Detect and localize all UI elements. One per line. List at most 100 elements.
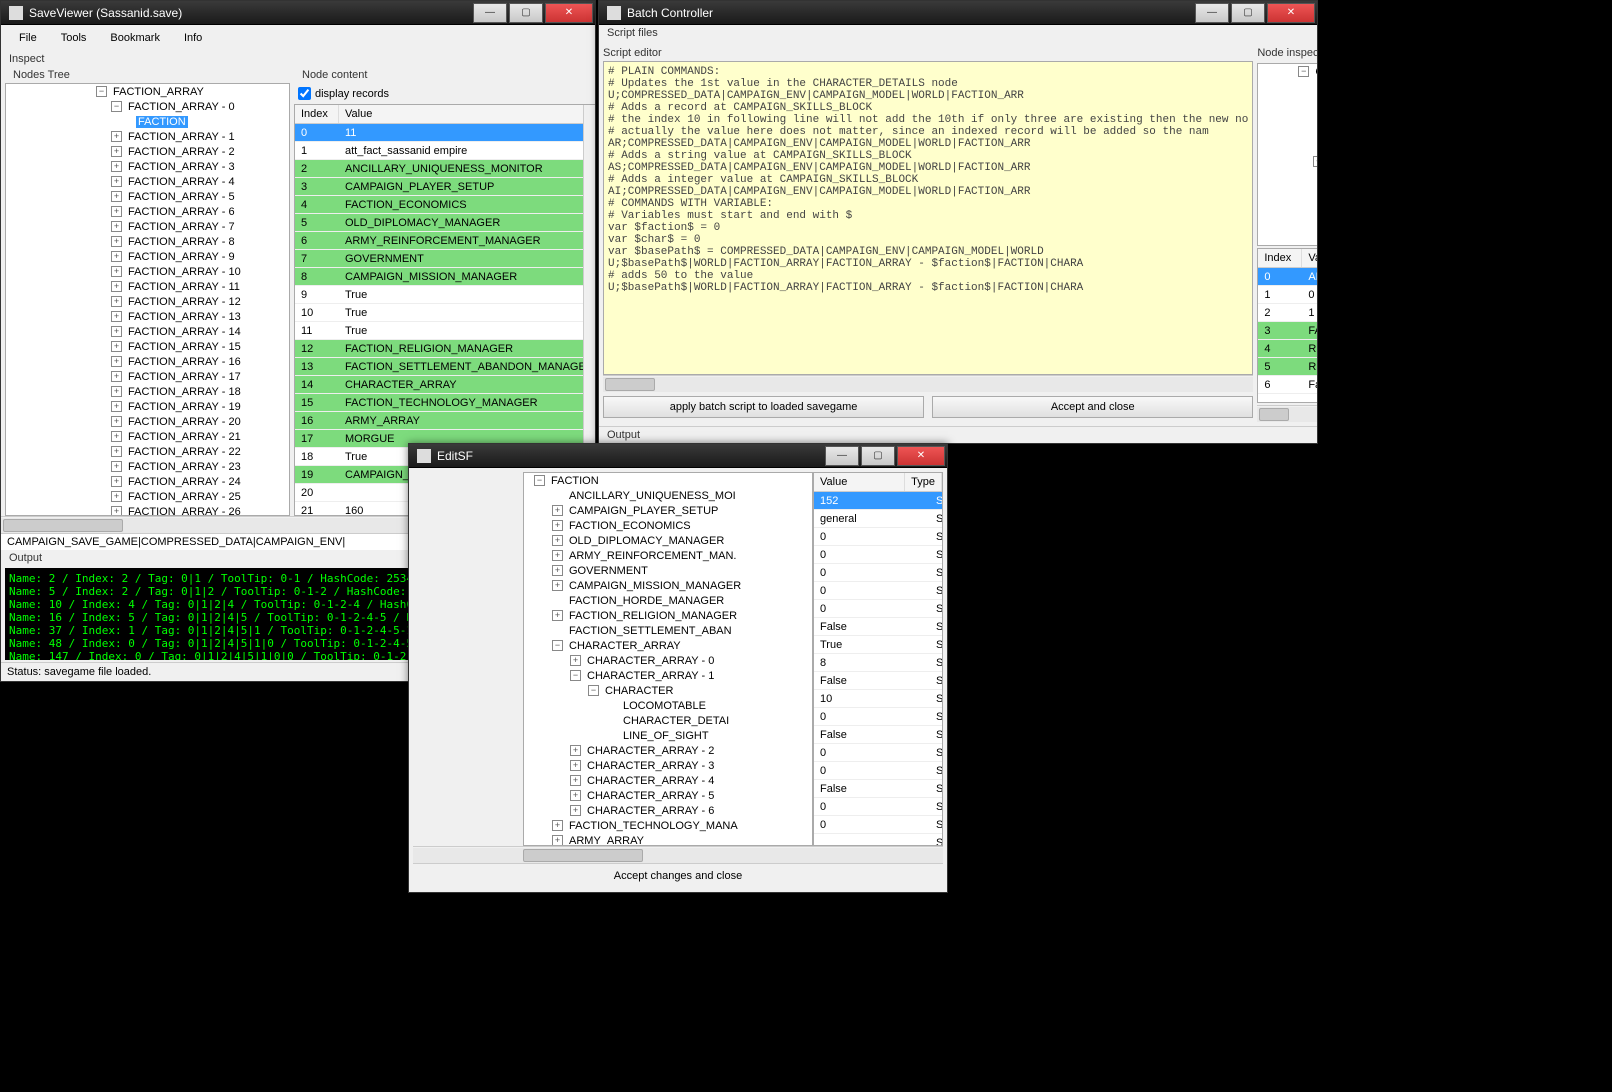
grid-row[interactable]: 3FACTION_ARRAY [1258,322,1317,340]
apply-script-button[interactable]: apply batch script to loaded savegame [603,396,924,418]
tree-toggle-icon[interactable]: + [111,506,122,516]
nodes-tree[interactable]: −FACTION_ARRAY−FACTION_ARRAY - 0FACTION+… [5,83,290,516]
grid-row[interactable]: 152System.UInt32 [814,492,942,510]
tree-node[interactable]: FACTION_ARRAY - 21 [126,431,243,443]
tree-toggle-icon[interactable]: + [111,206,122,217]
editsf-hscroll[interactable] [413,846,943,863]
inspector-hscroll[interactable] [1257,405,1317,422]
menu-info[interactable]: Info [174,29,212,47]
tree-toggle-icon[interactable]: + [111,176,122,187]
tree-toggle-icon[interactable]: + [111,311,122,322]
tree-node[interactable]: CHARACTER_ARRAY - 6 [585,805,716,817]
minimize-button[interactable]: — [825,446,859,466]
tree-toggle-icon[interactable]: + [111,221,122,232]
tree-node[interactable]: FACTION_ARRAY - 10 [126,266,243,278]
tree-node[interactable]: FACTION_RELIGION_MANAGER [567,610,739,622]
grid-row[interactable]: 11True [295,322,595,340]
tree-node[interactable]: FACTION_ECONOMICS [567,520,693,532]
maximize-button[interactable]: ▢ [509,3,543,23]
tree-toggle-icon[interactable]: + [111,341,122,352]
tree-toggle-icon[interactable]: + [111,146,122,157]
tree-node[interactable]: FACTION_ARRAY - 19 [126,401,243,413]
tree-toggle-icon[interactable]: + [111,266,122,277]
editsf-grid[interactable]: Value Type 152System.UInt32generalSystem… [813,472,943,846]
tree-node[interactable]: FACTION_ARRAY [111,86,206,98]
grid-row[interactable]: 10True [295,304,595,322]
grid-row[interactable]: 5REGION_MANAGER [1258,358,1317,376]
tree-node[interactable]: FACTION_ARRAY - 11 [126,281,242,293]
inspector-tree[interactable]: −CAMPAIGN_MODELCAMPAIGN_COMMAND_QUEUE_IN… [1257,63,1317,246]
tree-toggle-icon[interactable]: + [552,550,563,561]
grid-row[interactable]: 0System.UInt32 [814,708,942,726]
tree-node[interactable]: FACTION_ARRAY - 1 [126,131,237,143]
tree-node[interactable]: CAMPAIGN_MODEL [1313,66,1317,78]
tree-node[interactable]: CAMPAIGN_MISSION_MANAGER [567,580,743,592]
tree-node[interactable]: FACTION_ARRAY - 0 [126,101,237,113]
tree-node[interactable]: FACTION_ARRAY - 4 [126,176,237,188]
grid-row[interactable]: 6False [1258,376,1317,394]
tree-node[interactable]: OLD_DIPLOMACY_MANAGER [567,535,726,547]
grid-row[interactable]: 0ANCILLARY_UNIQUENESS_MONITOR [1258,268,1317,286]
minimize-button[interactable]: — [1195,3,1229,23]
tree-node[interactable]: FACTION_ARRAY - 26 [126,506,243,517]
tree-toggle-icon[interactable]: + [552,835,563,846]
grid-row[interactable]: 9True [295,286,595,304]
col-value[interactable]: Value [814,473,905,491]
grid-row[interactable]: 8System.UInt32 [814,654,942,672]
titlebar[interactable]: Batch Controller — ▢ ✕ [599,1,1317,25]
tree-toggle-icon[interactable]: + [552,565,563,576]
minimize-button[interactable]: — [473,3,507,23]
tree-node[interactable]: LINE_OF_SIGHT [621,730,711,742]
tree-node[interactable]: FACTION_ARRAY - 18 [126,386,243,398]
tree-toggle-icon[interactable]: + [570,745,581,756]
grid-row[interactable]: TrueSystem.Boolean [814,636,942,654]
tree-node[interactable]: FACTION_ARRAY - 15 [126,341,243,353]
tree-toggle-icon[interactable]: − [1298,66,1309,77]
grid-row[interactable]: 21 [1258,304,1317,322]
grid-row[interactable]: 011 [295,124,595,142]
tree-node[interactable]: ARMY_REINFORCEMENT_MAN. [567,550,738,562]
grid-row[interactable]: 10 [1258,286,1317,304]
grid-row[interactable]: 0System.UInt32 [814,744,942,762]
tree-node[interactable]: CHARACTER_ARRAY - 5 [585,790,716,802]
tree-node[interactable]: FACTION_ARRAY - 9 [126,251,237,263]
tree-toggle-icon[interactable]: − [534,475,545,486]
tree-toggle-icon[interactable]: + [111,326,122,337]
grid-row[interactable]: FalseSystem.Boolean [814,780,942,798]
grid-row[interactable]: 10System.Single [814,690,942,708]
tree-node[interactable]: FACTION_HORDE_MANAGER [567,595,726,607]
grid-row[interactable]: FalseSystem.Boolean [814,672,942,690]
display-records-checkbox[interactable] [298,87,311,100]
tree-node[interactable]: CHARACTER_ARRAY - 0 [585,655,716,667]
tree-node[interactable]: FACTION_ARRAY - 24 [126,476,243,488]
grid-row[interactable]: 0System.UInt32 [814,582,942,600]
menu-file[interactable]: File [9,29,47,47]
grid-row[interactable]: FalseSystem.Boolean [814,618,942,636]
script-hscroll[interactable] [603,375,1253,392]
tree-toggle-icon[interactable]: + [111,461,122,472]
tree-toggle-icon[interactable]: + [111,236,122,247]
tree-node[interactable]: FACTION_ARRAY - 23 [126,461,243,473]
tree-toggle-icon[interactable]: + [552,580,563,591]
grid-row[interactable]: 15FACTION_TECHNOLOGY_MANAGER [295,394,595,412]
tree-node[interactable]: FACTION_SETTLEMENT_ABAN [567,625,734,637]
titlebar[interactable]: EditSF — ▢ ✕ [409,444,947,468]
tree-toggle-icon[interactable]: + [570,790,581,801]
tree-toggle-icon[interactable]: + [570,655,581,666]
tree-toggle-icon[interactable]: + [552,520,563,531]
tree-node[interactable]: CHARACTER_ARRAY - 3 [585,760,716,772]
tree-node[interactable]: CHARACTER_ARRAY - 1 [585,670,716,682]
tree-node[interactable]: FACTION_ARRAY - 12 [126,296,243,308]
tree-toggle-icon[interactable]: − [552,640,563,651]
grid-row[interactable]: 0System.UInt32 [814,762,942,780]
tree-toggle-icon[interactable]: + [111,401,122,412]
grid-row[interactable]: 6ARMY_REINFORCEMENT_MANAGER [295,232,595,250]
tree-toggle-icon[interactable]: + [552,505,563,516]
close-button[interactable]: ✕ [1267,3,1315,23]
tree-toggle-icon[interactable]: + [111,356,122,367]
tree-toggle-icon[interactable]: − [588,685,599,696]
tree-node[interactable]: FACTION_ARRAY - 17 [126,371,243,383]
col-value[interactable]: Value [339,105,595,123]
tree-node[interactable]: FACTION_ARRAY - 6 [126,206,237,218]
grid-row[interactable]: 7GOVERNMENT [295,250,595,268]
